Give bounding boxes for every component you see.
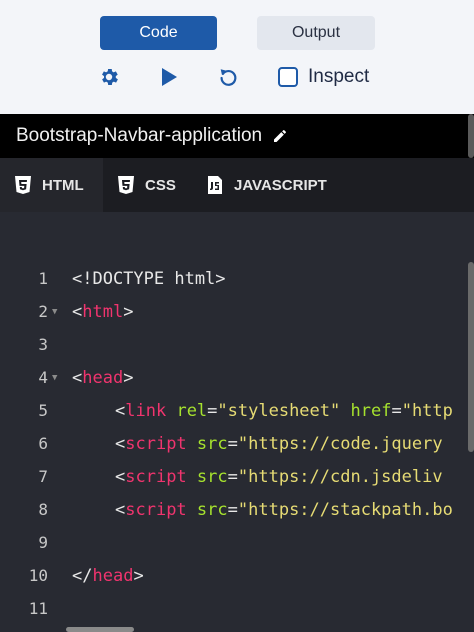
code-token: < bbox=[115, 433, 126, 454]
inspect-label: Inspect bbox=[308, 66, 370, 87]
code-line: 7 <script src="https://cdn.jsdeliv bbox=[0, 460, 474, 493]
code-editor[interactable]: 1 <!DOCTYPE html> 2 ▼ <html> 3 4 ▼ <head… bbox=[0, 212, 474, 632]
code-token: script bbox=[125, 466, 187, 487]
project-titlebar: Bootstrap-Navbar-application bbox=[0, 114, 474, 158]
code-token: < bbox=[115, 466, 126, 487]
gear-icon[interactable] bbox=[94, 62, 124, 92]
tab-javascript-label: JAVASCRIPT bbox=[234, 176, 327, 194]
code-token: "http bbox=[401, 400, 453, 421]
line-number: 7 bbox=[38, 467, 48, 486]
line-number: 3 bbox=[38, 335, 48, 354]
tab-output[interactable]: Output bbox=[257, 16, 375, 50]
code-line: 3 bbox=[0, 328, 474, 361]
inspect-checkbox[interactable] bbox=[278, 67, 298, 87]
code-token: src bbox=[196, 433, 228, 454]
code-token: = bbox=[227, 499, 238, 520]
html5-icon bbox=[15, 176, 31, 194]
inspect-toggle[interactable]: Inspect bbox=[278, 62, 369, 92]
code-token: head bbox=[92, 565, 134, 586]
fold-arrow-icon[interactable]: ▼ bbox=[52, 307, 57, 317]
code-line: 8 <script src="https://stackpath.bo bbox=[0, 493, 474, 526]
project-title: Bootstrap-Navbar-application bbox=[16, 125, 263, 146]
code-token: < bbox=[115, 499, 126, 520]
code-token: > bbox=[123, 301, 134, 322]
code-token: link bbox=[125, 400, 167, 421]
tab-javascript[interactable]: JAVASCRIPT bbox=[206, 158, 327, 212]
pencil-icon[interactable] bbox=[272, 128, 288, 144]
line-number: 6 bbox=[38, 434, 48, 453]
code-line: 4 ▼ <head> bbox=[0, 361, 474, 394]
line-number: 8 bbox=[38, 500, 48, 519]
line-number: 5 bbox=[38, 401, 48, 420]
page-scrollbar[interactable] bbox=[468, 114, 474, 158]
reset-icon[interactable] bbox=[213, 62, 243, 92]
code-token: script bbox=[125, 499, 187, 520]
code-token: html bbox=[82, 301, 124, 322]
code-token: < bbox=[115, 400, 126, 421]
code-token: </ bbox=[72, 565, 93, 586]
css3-icon bbox=[118, 176, 134, 194]
tab-html-label: HTML bbox=[42, 176, 84, 194]
code-line: 10 </head> bbox=[0, 559, 474, 592]
tab-css[interactable]: CSS bbox=[117, 158, 176, 212]
line-number: 9 bbox=[38, 533, 48, 552]
code-line: 9 bbox=[0, 526, 474, 559]
action-row: Inspect bbox=[0, 62, 474, 92]
tab-html[interactable]: HTML bbox=[0, 158, 103, 212]
play-icon[interactable] bbox=[154, 62, 184, 92]
code-token: "https://stackpath.bo bbox=[237, 499, 453, 520]
code-token: > bbox=[133, 565, 144, 586]
code-token: "https://code.jquery bbox=[237, 433, 443, 454]
code-token: "https://cdn.jsdeliv bbox=[237, 466, 443, 487]
code-token: = bbox=[227, 433, 238, 454]
code-token: = bbox=[391, 400, 402, 421]
code-token: > bbox=[123, 367, 134, 388]
code-token: <!DOCTYPE html> bbox=[72, 268, 226, 289]
code-token: src bbox=[196, 499, 228, 520]
code-token: < bbox=[72, 367, 83, 388]
code-token: = bbox=[227, 466, 238, 487]
code-token: href bbox=[350, 400, 392, 421]
line-number: 10 bbox=[28, 566, 48, 585]
line-number: 4 bbox=[38, 368, 48, 387]
toolbar: Code Output Inspect bbox=[0, 0, 474, 114]
code-token: "stylesheet" bbox=[217, 400, 341, 421]
editor-horizontal-scrollbar[interactable] bbox=[66, 627, 134, 632]
tab-css-label: CSS bbox=[145, 176, 176, 194]
line-number: 2 bbox=[38, 302, 48, 321]
code-line: 5 <link rel="stylesheet" href="http bbox=[0, 394, 474, 427]
code-token: head bbox=[82, 367, 124, 388]
line-number: 1 bbox=[38, 269, 48, 288]
code-token: < bbox=[72, 301, 83, 322]
code-line: 11 bbox=[0, 592, 474, 625]
file-tabs: HTML CSS JAVASCRIPT bbox=[0, 158, 474, 212]
line-number: 11 bbox=[28, 599, 48, 618]
code-token: src bbox=[196, 466, 228, 487]
tab-code[interactable]: Code bbox=[100, 16, 217, 50]
js-file-icon bbox=[208, 176, 222, 194]
code-line: 1 <!DOCTYPE html> bbox=[0, 262, 474, 295]
code-token: = bbox=[207, 400, 218, 421]
code-token: rel bbox=[176, 400, 208, 421]
fold-arrow-icon[interactable]: ▼ bbox=[52, 373, 57, 383]
code-line: 6 <script src="https://code.jquery bbox=[0, 427, 474, 460]
editor-vertical-scrollbar[interactable] bbox=[468, 262, 474, 452]
code-line: 2 ▼ <html> bbox=[0, 295, 474, 328]
code-token: script bbox=[125, 433, 187, 454]
